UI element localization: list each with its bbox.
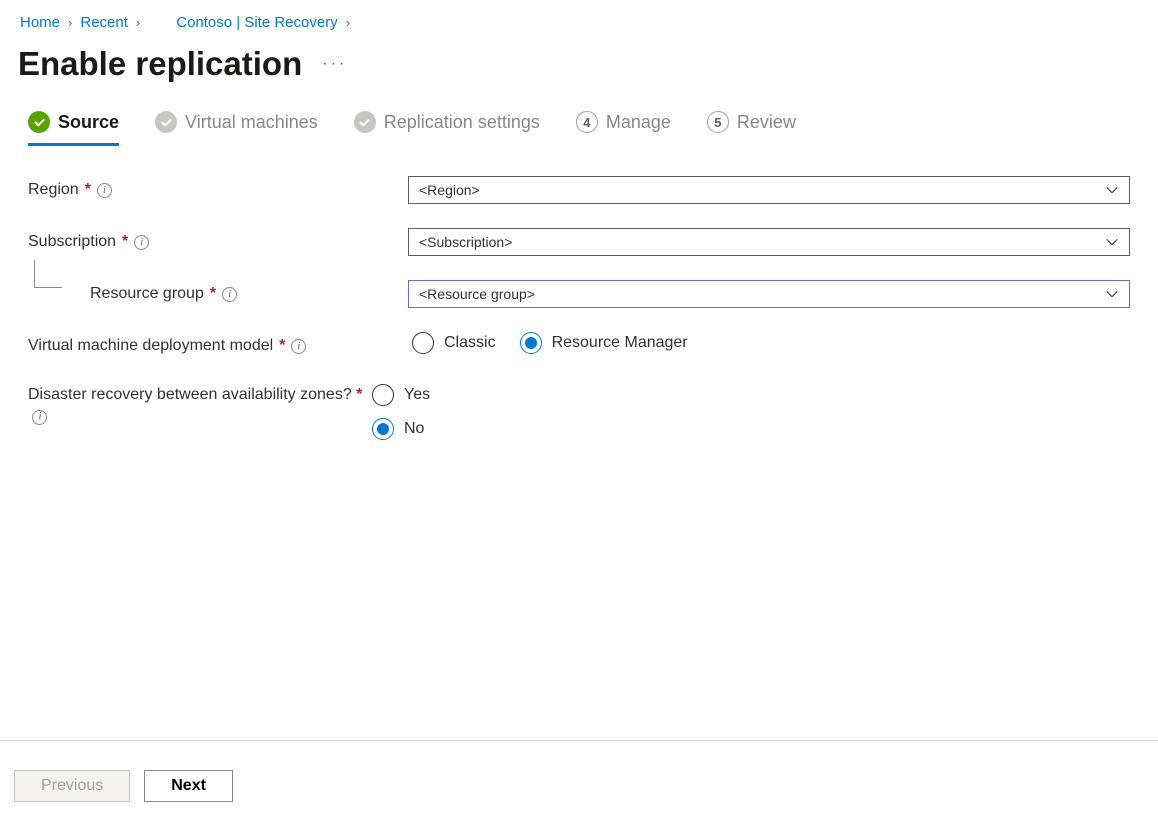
- source-form: Region * i <Region> Subscription * i <Su…: [0, 176, 1158, 440]
- deployment-model-classic-label: Classic: [444, 334, 496, 352]
- next-button[interactable]: Next: [144, 770, 233, 802]
- resource-group-dropdown-value: <Resource group>: [419, 286, 535, 302]
- radio-unchecked-icon: [412, 332, 434, 354]
- check-icon: [28, 111, 50, 133]
- region-dropdown[interactable]: <Region>: [408, 176, 1130, 204]
- deployment-model-label: Virtual machine deployment model: [28, 337, 273, 355]
- breadcrumb-home[interactable]: Home: [20, 14, 60, 31]
- dr-zones-label: Disaster recovery between availability z…: [28, 386, 352, 403]
- tab-manage-label: Manage: [606, 112, 671, 133]
- chevron-right-icon: ›: [68, 15, 72, 30]
- subscription-dropdown-value: <Subscription>: [419, 234, 512, 250]
- region-dropdown-value: <Region>: [419, 182, 480, 198]
- page-title: Enable replication: [18, 45, 302, 83]
- radio-unchecked-icon: [372, 384, 394, 406]
- resource-group-dropdown[interactable]: <Resource group>: [408, 280, 1130, 308]
- tab-review-label: Review: [737, 112, 796, 133]
- tab-replication-settings[interactable]: Replication settings: [354, 111, 540, 146]
- dr-zones-yes-label: Yes: [404, 386, 430, 404]
- info-icon[interactable]: i: [32, 410, 47, 425]
- check-icon: [354, 111, 376, 133]
- breadcrumb-recent[interactable]: Recent: [80, 14, 128, 31]
- step-number-icon: 4: [576, 111, 598, 133]
- footer-divider: [0, 740, 1158, 741]
- chevron-down-icon: [1105, 237, 1119, 247]
- radio-checked-icon: [372, 418, 394, 440]
- subscription-label: Subscription: [28, 233, 116, 251]
- chevron-down-icon: [1105, 185, 1119, 195]
- tab-manage[interactable]: 4 Manage: [576, 111, 671, 146]
- required-indicator: *: [279, 337, 285, 355]
- dr-zones-no-label: No: [404, 420, 424, 438]
- tab-virtual-machines-label: Virtual machines: [185, 112, 318, 133]
- required-indicator: *: [122, 233, 128, 251]
- dr-zones-yes-radio[interactable]: Yes: [372, 384, 1106, 406]
- info-icon[interactable]: i: [134, 235, 149, 250]
- radio-checked-icon: [520, 332, 542, 354]
- tab-source-label: Source: [58, 112, 119, 133]
- step-number-icon: 5: [707, 111, 729, 133]
- info-icon[interactable]: i: [222, 287, 237, 302]
- resource-group-label: Resource group: [90, 285, 204, 303]
- region-label: Region: [28, 181, 79, 199]
- required-indicator: *: [85, 181, 91, 199]
- breadcrumb: Home › Recent › Contoso | Site Recovery …: [0, 0, 1158, 45]
- chevron-down-icon: [1105, 289, 1119, 299]
- info-icon[interactable]: i: [97, 183, 112, 198]
- required-indicator: *: [356, 386, 362, 403]
- info-icon[interactable]: i: [291, 339, 306, 354]
- required-indicator: *: [210, 285, 216, 303]
- subscription-dropdown[interactable]: <Subscription>: [408, 228, 1130, 256]
- more-actions-icon[interactable]: ···: [322, 55, 347, 73]
- tab-replication-settings-label: Replication settings: [384, 112, 540, 133]
- tab-source[interactable]: Source: [28, 111, 119, 146]
- deployment-model-rm-label: Resource Manager: [552, 334, 688, 352]
- check-icon: [155, 111, 177, 133]
- dr-zones-no-radio[interactable]: No: [372, 418, 1106, 440]
- tab-virtual-machines[interactable]: Virtual machines: [155, 111, 318, 146]
- wizard-tabs: Source Virtual machines Replication sett…: [0, 111, 1158, 146]
- previous-button: Previous: [14, 770, 130, 802]
- chevron-right-icon: ›: [346, 15, 350, 30]
- deployment-model-rm-radio[interactable]: Resource Manager: [520, 332, 688, 354]
- chevron-right-icon: ›: [136, 15, 140, 30]
- tab-review[interactable]: 5 Review: [707, 111, 796, 146]
- tree-connector-icon: [34, 260, 62, 288]
- breadcrumb-vault[interactable]: Contoso | Site Recovery: [176, 14, 337, 31]
- deployment-model-classic-radio[interactable]: Classic: [412, 332, 496, 354]
